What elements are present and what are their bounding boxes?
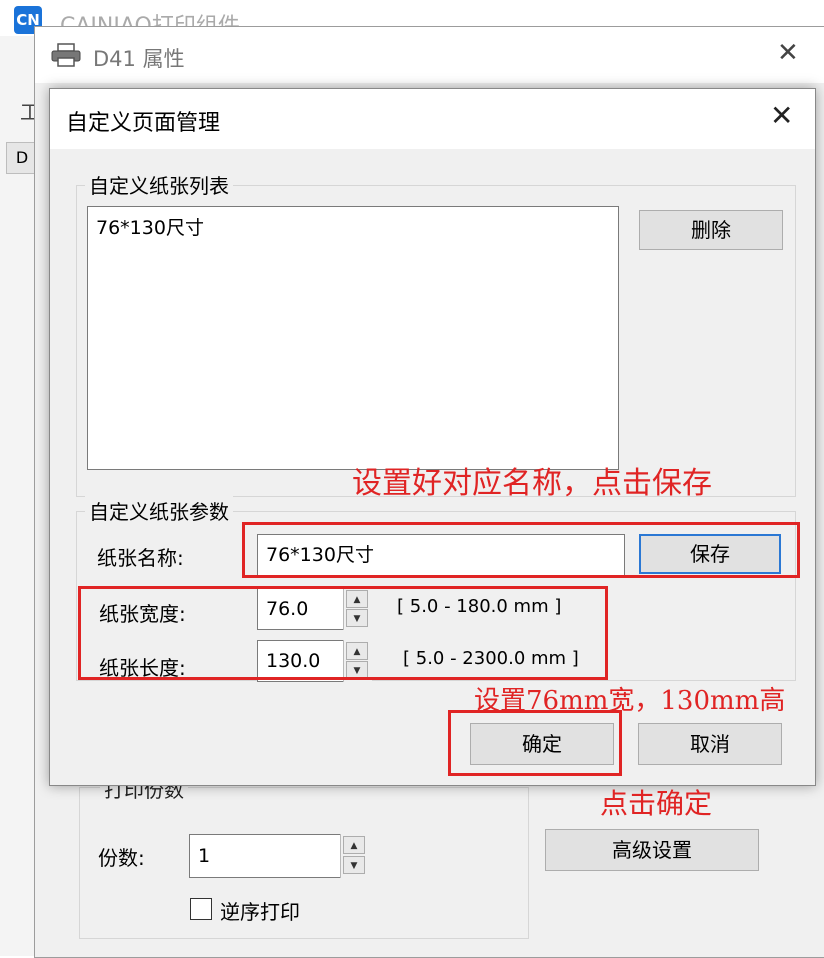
dialog-titlebar: 自定义页面管理 ✕ bbox=[50, 89, 815, 149]
properties-title: D41 属性 bbox=[93, 47, 185, 71]
printer-icon bbox=[51, 43, 81, 67]
app-left-panel: 工 D bbox=[0, 36, 40, 956]
delete-button[interactable]: 删除 bbox=[639, 210, 783, 250]
annotation-box-ok bbox=[448, 710, 622, 776]
paper-list[interactable]: 76*130尺寸 bbox=[87, 206, 619, 470]
paper-list-legend: 自定义纸张列表 bbox=[85, 170, 233, 199]
properties-close-icon[interactable]: ✕ bbox=[777, 39, 799, 67]
paper-name-label: 纸张名称: bbox=[97, 546, 184, 570]
annotation-box-name bbox=[242, 522, 800, 578]
copies-input[interactable]: 1 bbox=[189, 834, 341, 878]
copies-label: 份数: bbox=[98, 846, 145, 870]
paper-params-legend: 自定义纸张参数 bbox=[85, 496, 233, 525]
copies-down-icon[interactable]: ▼ bbox=[343, 856, 365, 874]
paper-list-item[interactable]: 76*130尺寸 bbox=[96, 213, 204, 240]
reverse-order-label: 逆序打印 bbox=[220, 900, 300, 924]
annotation-note-size: 设置76mm宽，130mm高 bbox=[474, 686, 786, 716]
copies-group: 打印份数 份数: 1 ▲ ▼ 逆序打印 bbox=[79, 774, 529, 939]
cancel-button[interactable]: 取消 bbox=[638, 723, 782, 765]
copies-stepper: ▲ ▼ bbox=[340, 834, 369, 878]
reverse-order-checkbox[interactable] bbox=[190, 898, 212, 920]
annotation-note-save: 设置好对应名称，点击保存 bbox=[352, 466, 712, 501]
dialog-close-icon[interactable]: ✕ bbox=[770, 101, 793, 131]
annotation-box-size bbox=[78, 586, 608, 680]
dialog-title: 自定义页面管理 bbox=[66, 111, 221, 136]
advanced-settings-button[interactable]: 高级设置 bbox=[545, 829, 759, 871]
properties-titlebar: D41 属性 ✕ bbox=[35, 27, 824, 83]
copies-up-icon[interactable]: ▲ bbox=[343, 836, 365, 854]
annotation-note-ok: 点击确定 bbox=[600, 787, 713, 820]
paper-list-group: 自定义纸张列表 76*130尺寸 删除 bbox=[76, 170, 796, 497]
